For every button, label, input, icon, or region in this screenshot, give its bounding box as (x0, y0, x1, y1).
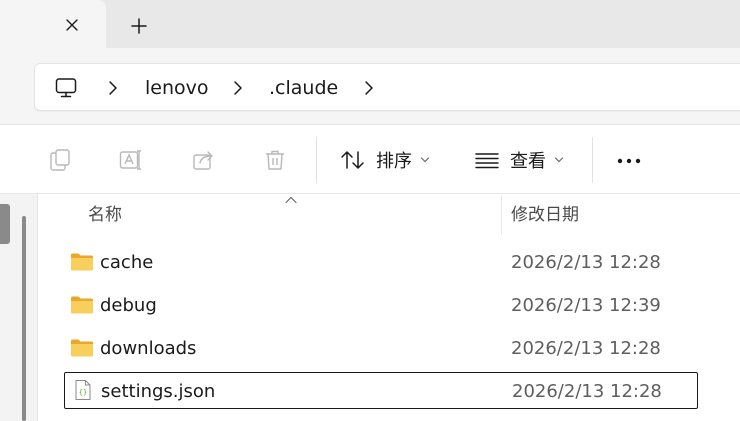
column-header-date-modified[interactable]: 修改日期 (511, 194, 579, 236)
new-tab-button[interactable] (126, 13, 152, 39)
toolbar-divider (316, 137, 317, 183)
this-pc-icon[interactable] (54, 76, 78, 100)
json-file-icon: {} (75, 380, 91, 400)
more-options-button[interactable] (612, 148, 646, 174)
file-date: 2026/2/13 12:28 (511, 252, 661, 273)
file-date: 2026/2/13 12:39 (511, 295, 661, 316)
active-tab[interactable] (0, 0, 106, 48)
breadcrumb-item-lenovo[interactable]: lenovo (145, 76, 209, 100)
folder-icon (71, 253, 93, 271)
view-label: 查看 (510, 151, 546, 172)
delete-icon (266, 150, 284, 170)
file-name: downloads (100, 338, 197, 359)
view-button[interactable]: 查看 (474, 142, 564, 178)
toolbar-divider (592, 137, 593, 183)
sort-label: 排序 (376, 151, 412, 172)
file-name: settings.json (101, 381, 216, 402)
navigation-pane (0, 194, 38, 421)
navigation-bar: lenovo .claude (0, 48, 740, 124)
share-icon (193, 151, 213, 170)
rename-icon (119, 150, 141, 170)
chevron-right-icon[interactable] (106, 79, 120, 97)
file-row-cache[interactable]: cache 2026/2/13 12:28 (64, 244, 698, 281)
file-list-scrollbar[interactable] (22, 216, 26, 421)
file-row-downloads[interactable]: downloads 2026/2/13 12:28 (64, 330, 698, 367)
view-list-icon (475, 153, 499, 169)
chevron-down-icon (554, 157, 564, 163)
tab-strip (0, 0, 740, 48)
svg-text:{}: {} (79, 389, 87, 397)
nav-pane-scrollbar[interactable] (0, 204, 10, 244)
chevron-down-icon (420, 157, 430, 163)
file-name: debug (100, 295, 157, 316)
file-date: 2026/2/13 12:28 (511, 338, 661, 359)
breadcrumb-item-claude[interactable]: .claude (269, 76, 338, 100)
share-button[interactable] (190, 146, 218, 174)
sort-icon (341, 151, 364, 169)
close-icon (66, 19, 78, 31)
file-date: 2026/2/13 12:28 (512, 381, 662, 402)
sort-ascending-icon (285, 196, 297, 204)
chevron-right-icon[interactable] (362, 79, 376, 97)
delete-button[interactable] (261, 146, 289, 174)
close-tab-button[interactable] (60, 13, 84, 37)
chevron-right-icon[interactable] (231, 79, 245, 97)
column-header-name[interactable]: 名称 (88, 194, 122, 236)
rename-button[interactable] (117, 146, 145, 174)
plus-icon (131, 18, 147, 34)
copy-icon (50, 149, 70, 171)
more-icon (617, 158, 641, 164)
file-row-debug[interactable]: debug 2026/2/13 12:39 (64, 287, 698, 324)
column-separator[interactable] (501, 196, 502, 234)
folder-icon (71, 339, 93, 357)
folder-icon (71, 296, 93, 314)
address-bar[interactable]: lenovo .claude (34, 63, 740, 111)
sort-button[interactable]: 排序 (340, 142, 430, 178)
file-row-settings-json[interactable]: {} settings.json 2026/2/13 12:28 (64, 372, 698, 409)
copy-button[interactable] (46, 146, 74, 174)
file-name: cache (100, 252, 154, 273)
